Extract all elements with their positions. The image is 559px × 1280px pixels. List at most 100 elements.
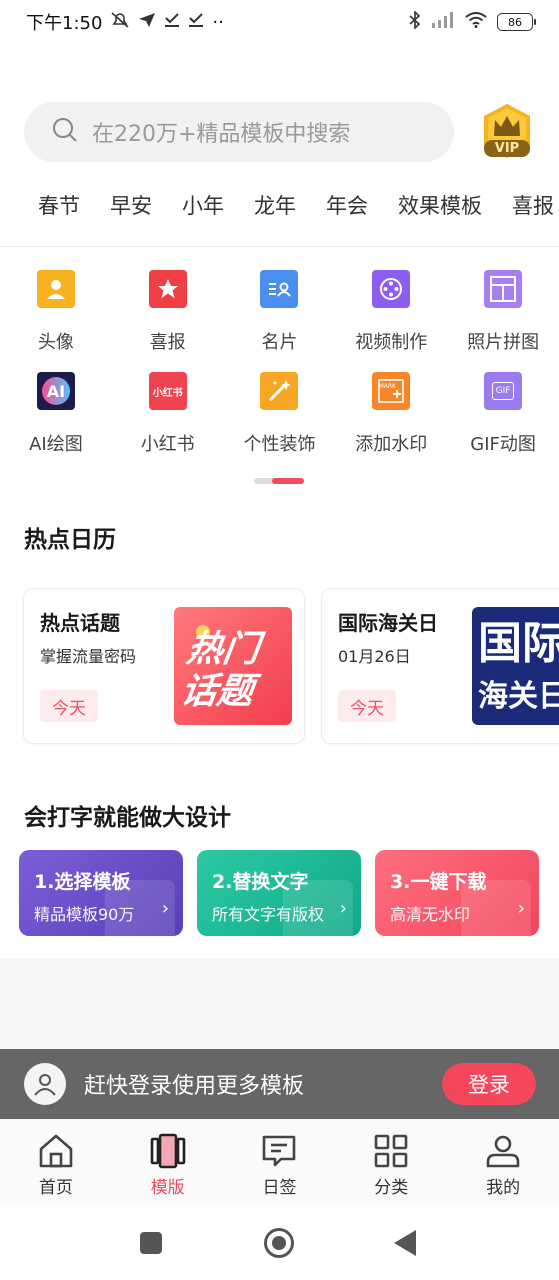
message-icon (263, 1135, 296, 1167)
calendar-card[interactable]: 国际海关日 01月26日 今天 国际 海关日 (321, 588, 559, 744)
tool-photo-collage[interactable]: 照片拼图 (447, 270, 559, 354)
login-prompt-text: 赶快登录使用更多模板 (84, 1074, 305, 1099)
gif-glyph: GIF (491, 382, 515, 400)
category-tabs: 春节 早安 小年 龙年 年会 效果模板 喜报 (0, 180, 559, 230)
category-tab[interactable]: 小年 (182, 190, 224, 220)
card-thumbnail: 国际 海关日 (472, 607, 559, 725)
thumb-text: 国际 (478, 618, 559, 669)
spacer (0, 958, 559, 1050)
step-choose-template[interactable]: 1.选择模板 精品模板90万 › (19, 850, 183, 936)
calendar-card[interactable]: 热点话题 掌握流量密码 今天 热门 话题 (23, 588, 305, 744)
tool-label: 添加水印 (355, 434, 428, 455)
step-title: 3.一键下载 (390, 871, 487, 893)
search-input[interactable]: 在220万+精品模板中搜索 (24, 102, 454, 162)
film-icon (372, 270, 411, 308)
nav-label: 首页 (38, 1178, 73, 1198)
tool-ai-drawing[interactable]: AI AI绘图 (0, 372, 112, 456)
tool-label: AI绘图 (29, 434, 83, 455)
nav-profile[interactable]: 我的 (447, 1119, 559, 1205)
home-icon (39, 1134, 73, 1168)
login-button[interactable]: 登录 (442, 1063, 536, 1105)
bluetooth-icon (409, 9, 421, 34)
step-replace-text[interactable]: 2.替换文字 所有文字有版权 › (197, 850, 361, 936)
download-check-icon (164, 12, 180, 33)
home-button-dot (272, 1236, 286, 1250)
download-check-icon (188, 12, 204, 33)
tool-label: 头像 (37, 332, 74, 353)
nav-daily-sign[interactable]: 日签 (224, 1119, 336, 1205)
nav-label: 模版 (150, 1178, 185, 1198)
tool-decoration[interactable]: 个性装饰 (224, 372, 336, 456)
chevron-right-icon: › (517, 898, 525, 919)
design-section-title: 会打字就能做大设计 (24, 805, 231, 831)
xiaohongshu-icon: 小红书 (148, 372, 187, 410)
category-tab[interactable]: 喜报 (512, 190, 554, 220)
magic-wand-icon (260, 372, 299, 410)
vip-badge[interactable]: VIP (480, 102, 534, 160)
ai-glyph: AI (41, 377, 70, 405)
hot-calendar-title: 热点日历 (24, 527, 116, 553)
step-subtitle: 精品模板90万 (34, 905, 135, 924)
category-tab[interactable]: 效果模板 (398, 190, 482, 220)
mute-icon (110, 11, 130, 34)
tool-label: 个性装饰 (243, 434, 316, 455)
tool-business-card[interactable]: 名片 (224, 270, 336, 354)
nav-category[interactable]: 分类 (335, 1119, 447, 1205)
gif-icon: GIF (484, 372, 523, 410)
nav-home[interactable]: 首页 (0, 1119, 112, 1205)
nav-template[interactable]: 模版 (112, 1119, 224, 1205)
today-badge: 今天 (40, 690, 98, 722)
tool-xiaohongshu[interactable]: 小红书 小红书 (112, 372, 224, 456)
system-navigation-bar (0, 1206, 559, 1280)
status-bar: 下午1:50 ·· 86 (0, 0, 559, 44)
tool-avatar[interactable]: 头像 (0, 270, 112, 354)
tool-video-maker[interactable]: 视频制作 (335, 270, 447, 354)
status-time: 下午1:50 (26, 13, 103, 34)
search-icon (52, 117, 78, 147)
vip-label: VIP (494, 141, 520, 156)
tool-label: 照片拼图 (467, 332, 540, 353)
login-prompt-bar: 赶快登录使用更多模板 登录 (0, 1049, 559, 1119)
nav-label: 日签 (262, 1178, 297, 1198)
chevron-right-icon: › (161, 898, 169, 919)
back-button[interactable] (394, 1230, 416, 1256)
tool-gif[interactable]: GIF GIF动图 (447, 372, 559, 456)
avatar-icon (36, 270, 75, 308)
step-one-click-download[interactable]: 3.一键下载 高清无水印 › (375, 850, 539, 936)
card-icon (260, 270, 299, 308)
page-indicator (254, 478, 304, 484)
signal-icon (431, 11, 455, 33)
thumb-text: 海关日 (478, 679, 559, 714)
xiaohongshu-glyph: 小红书 (152, 387, 183, 399)
star-icon (148, 270, 187, 308)
card-subtitle: 01月26日 (338, 647, 411, 666)
page-dot-active (272, 478, 304, 484)
step-subtitle: 所有文字有版权 (212, 905, 325, 924)
recent-apps-button[interactable] (140, 1232, 162, 1254)
category-tab[interactable]: 年会 (326, 190, 368, 220)
more-status-indicator: ·· (212, 11, 224, 33)
battery-icon: 86 (497, 13, 536, 31)
category-tab[interactable]: 春节 (38, 190, 80, 220)
tool-watermark[interactable]: MARK 添加水印 (335, 372, 447, 456)
search-placeholder: 在220万+精品模板中搜索 (92, 122, 351, 147)
nav-label: 我的 (486, 1178, 521, 1198)
tool-good-news[interactable]: 喜报 (112, 270, 224, 354)
grid-icon (374, 1134, 408, 1168)
chevron-right-icon: › (339, 898, 347, 919)
hot-calendar-cards: 热点话题 掌握流量密码 今天 热门 话题 国际海关日 01月26日 今天 国际 … (0, 588, 559, 748)
template-icon (150, 1133, 185, 1169)
user-avatar-icon (24, 1063, 66, 1105)
divider (0, 246, 559, 247)
card-thumbnail: 热门 话题 (174, 607, 292, 725)
tool-label: GIF动图 (470, 434, 536, 455)
home-button[interactable] (264, 1228, 294, 1258)
category-tab[interactable]: 龙年 (254, 190, 296, 220)
tool-label: 喜报 (149, 332, 186, 353)
category-tab[interactable]: 早安 (110, 190, 152, 220)
ai-icon: AI (36, 372, 75, 410)
step-title: 1.选择模板 (34, 871, 131, 893)
search-row: 在220万+精品模板中搜索 VIP (0, 100, 559, 164)
design-steps: 1.选择模板 精品模板90万 › 2.替换文字 所有文字有版权 › 3.一键下载… (0, 850, 559, 940)
tool-grid: 头像 喜报 名片 视频制作 照片拼图 AI AI绘图 小红书 小红书 个性装饰 … (0, 270, 559, 456)
